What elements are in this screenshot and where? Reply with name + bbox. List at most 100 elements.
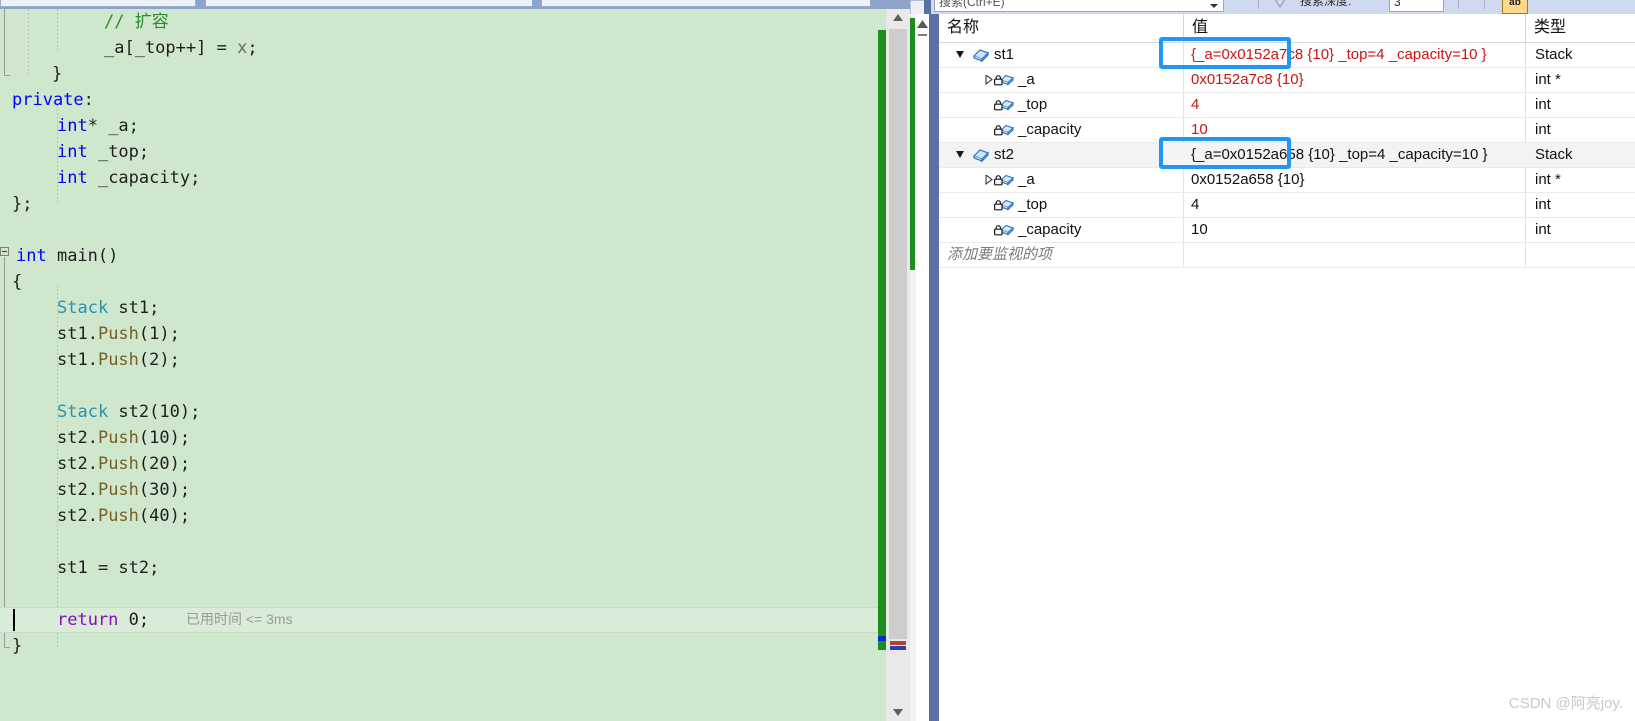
table-row[interactable]: _a 0x0152a7c8 {10} int * [939,68,1635,93]
struct-icon [971,47,990,63]
watch-item-value[interactable]: 10 [1184,118,1208,142]
watch-window-pane[interactable]: 搜索(Ctrl+E) 搜索深度: 3 ab 名称 值 类型 st1 {_a=0x… [910,0,1635,721]
code-line: } [12,633,22,659]
table-row[interactable]: _top 4 int [939,93,1635,118]
add-watch-placeholder[interactable]: 添加要监视的项 [947,243,1052,267]
watch-grid-header: 名称 值 类型 [939,14,1635,43]
code-line: { [12,269,22,295]
scroll-down-arrow-icon[interactable] [886,704,910,721]
code-token: * _a; [87,116,139,136]
code-line: }; [12,191,32,217]
private-member-icon [993,72,1015,88]
code-token: st2(10); [108,402,201,422]
fold-box-main[interactable] [0,247,9,256]
watch-item-type: int [1535,196,1551,213]
toolbar-separator [1458,0,1459,9]
code-editor-pane[interactable]: // 扩容 _a[_top++] = x;} private: int* _a; int… [0,0,910,721]
watch-toolbar[interactable]: 搜索(Ctrl+E) 搜索深度: 3 ab [910,0,1635,14]
code-token: 0; [118,610,150,630]
watch-item-value[interactable]: 10 [1184,218,1208,242]
code-token: _a[_top++] = [104,38,238,58]
code-token: (40); [138,506,191,526]
fold-tick-main-end [4,647,10,648]
column-header-name[interactable]: 名称 [939,14,1184,42]
table-row[interactable]: _a 0x0152a658 {10} int * [939,168,1635,193]
watermark-text: CSDN @阿亮joy. [1508,695,1623,712]
code-line: } [52,61,62,87]
watch-change-marker [910,18,915,270]
watch-item-type: Stack [1535,46,1573,63]
code-surface[interactable]: // 扩容 _a[_top++] = x;} private: int* _a; int… [0,9,878,721]
watch-grid[interactable]: 名称 值 类型 st1 {_a=0x0152a7c8 {10} _top=4 _c… [939,14,1635,721]
scrollbar-caret-marker [890,646,906,650]
code-token: (20); [138,454,191,474]
watch-item-value[interactable]: {_a=0x0152a658 {10} _top=4 _capacity=10 … [1184,143,1488,167]
code-token: st1 = st2; [57,558,160,578]
watch-item-value[interactable]: {_a=0x0152a7c8 {10} _top=4 _capacity=10 … [1184,43,1487,67]
code-token: _top; [87,142,150,162]
change-tracking-bar [878,30,886,650]
table-row[interactable]: _top 4 int [939,193,1635,218]
navigation-dropdown-project[interactable] [0,0,196,7]
code-line: st2.Push(20); [57,451,190,477]
watch-item-type: int [1535,121,1551,138]
watch-item-value[interactable]: 4 [1184,93,1199,117]
code-token: x [237,38,248,58]
navigation-dropdown-member[interactable] [541,0,871,7]
watch-item-name[interactable]: _a [1018,168,1035,192]
search-direction-icon[interactable] [1272,0,1288,10]
watch-item-name[interactable]: _capacity [1018,118,1081,142]
watch-scroll-up-arrow-icon[interactable] [914,16,930,32]
table-row[interactable]: _capacity 10 int [939,218,1635,243]
column-header-value[interactable]: 值 [1184,14,1526,42]
column-header-type[interactable]: 类型 [1526,14,1635,42]
code-line: st2.Push(30); [57,477,190,503]
code-line: st1.Push(1); [57,321,180,347]
code-token: st1. [57,324,98,344]
code-token: int [57,142,88,162]
indent-guide [57,9,58,53]
collapse-triangle-icon[interactable] [956,150,966,160]
watch-item-name[interactable]: _top [1018,93,1047,117]
scroll-up-arrow-icon[interactable] [886,9,910,26]
code-token: Push [97,350,139,370]
watch-item-name[interactable]: _a [1018,68,1035,92]
fold-tick-class-end [4,75,10,76]
hex-display-toggle-button[interactable]: ab [1502,0,1528,14]
code-line: st1 = st2; [57,555,159,581]
watch-item-value[interactable]: 4 [1184,193,1199,217]
collapse-triangle-icon[interactable] [956,50,966,60]
watch-item-value[interactable]: 0x0152a658 {10} [1184,168,1304,192]
watch-item-value[interactable]: 0x0152a7c8 {10} [1184,68,1304,92]
editor-vertical-scrollbar[interactable] [886,9,910,721]
table-row[interactable]: st1 {_a=0x0152a7c8 {10} _top=4 _capacity=… [939,43,1635,68]
table-row[interactable]: _capacity 10 int [939,118,1635,143]
code-token: (1); [138,324,180,344]
search-depth-input[interactable]: 3 [1389,0,1444,12]
grid-column-divider [1183,243,1184,267]
watch-item-name[interactable]: _capacity [1018,218,1081,242]
scrollbar-thumb[interactable] [889,29,907,639]
watch-item-name[interactable]: st1 [994,43,1014,67]
code-token: (2); [138,350,180,370]
code-line: int* _a; [57,113,139,139]
watch-search-input[interactable]: 搜索(Ctrl+E) [934,0,1224,12]
code-line: _a[_top++] = x; [104,35,258,61]
private-member-icon [993,122,1015,138]
change-tracking-bar-saved [878,636,886,641]
search-depth-label: 搜索深度: [1300,0,1352,8]
chevron-down-icon[interactable] [1210,4,1218,8]
add-watch-row[interactable]: 添加要监视的项 [939,243,1635,268]
table-row[interactable]: st2 {_a=0x0152a658 {10} _top=4 _capacity=… [939,143,1635,168]
watch-item-name[interactable]: st2 [994,143,1014,167]
navigation-dropdown-scope[interactable] [205,0,533,7]
code-token: st2. [57,506,98,526]
code-line: int _capacity; [57,165,200,191]
watch-item-type: int [1535,221,1551,238]
watch-item-type: int * [1535,171,1561,188]
code-token: private [12,90,84,110]
code-token: : [83,90,94,110]
fold-bracket-class [4,9,5,75]
code-line: st1.Push(2); [57,347,180,373]
watch-item-name[interactable]: _top [1018,193,1047,217]
